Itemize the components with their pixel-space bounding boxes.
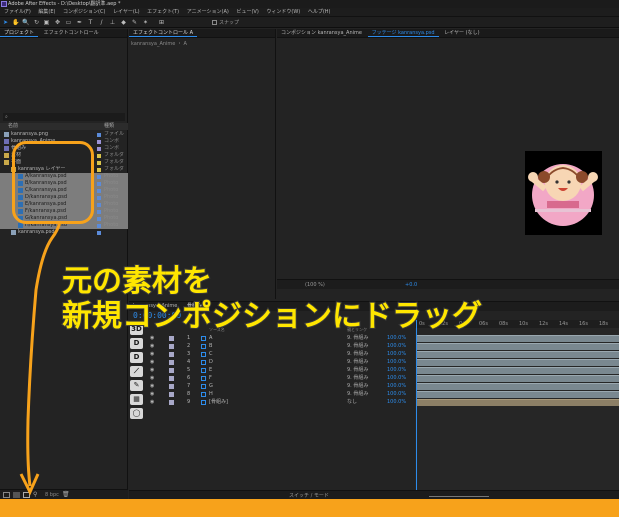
callout-line-2: 新規コンポジションにドラッグ [61,298,483,335]
bottom-banner [0,499,619,517]
